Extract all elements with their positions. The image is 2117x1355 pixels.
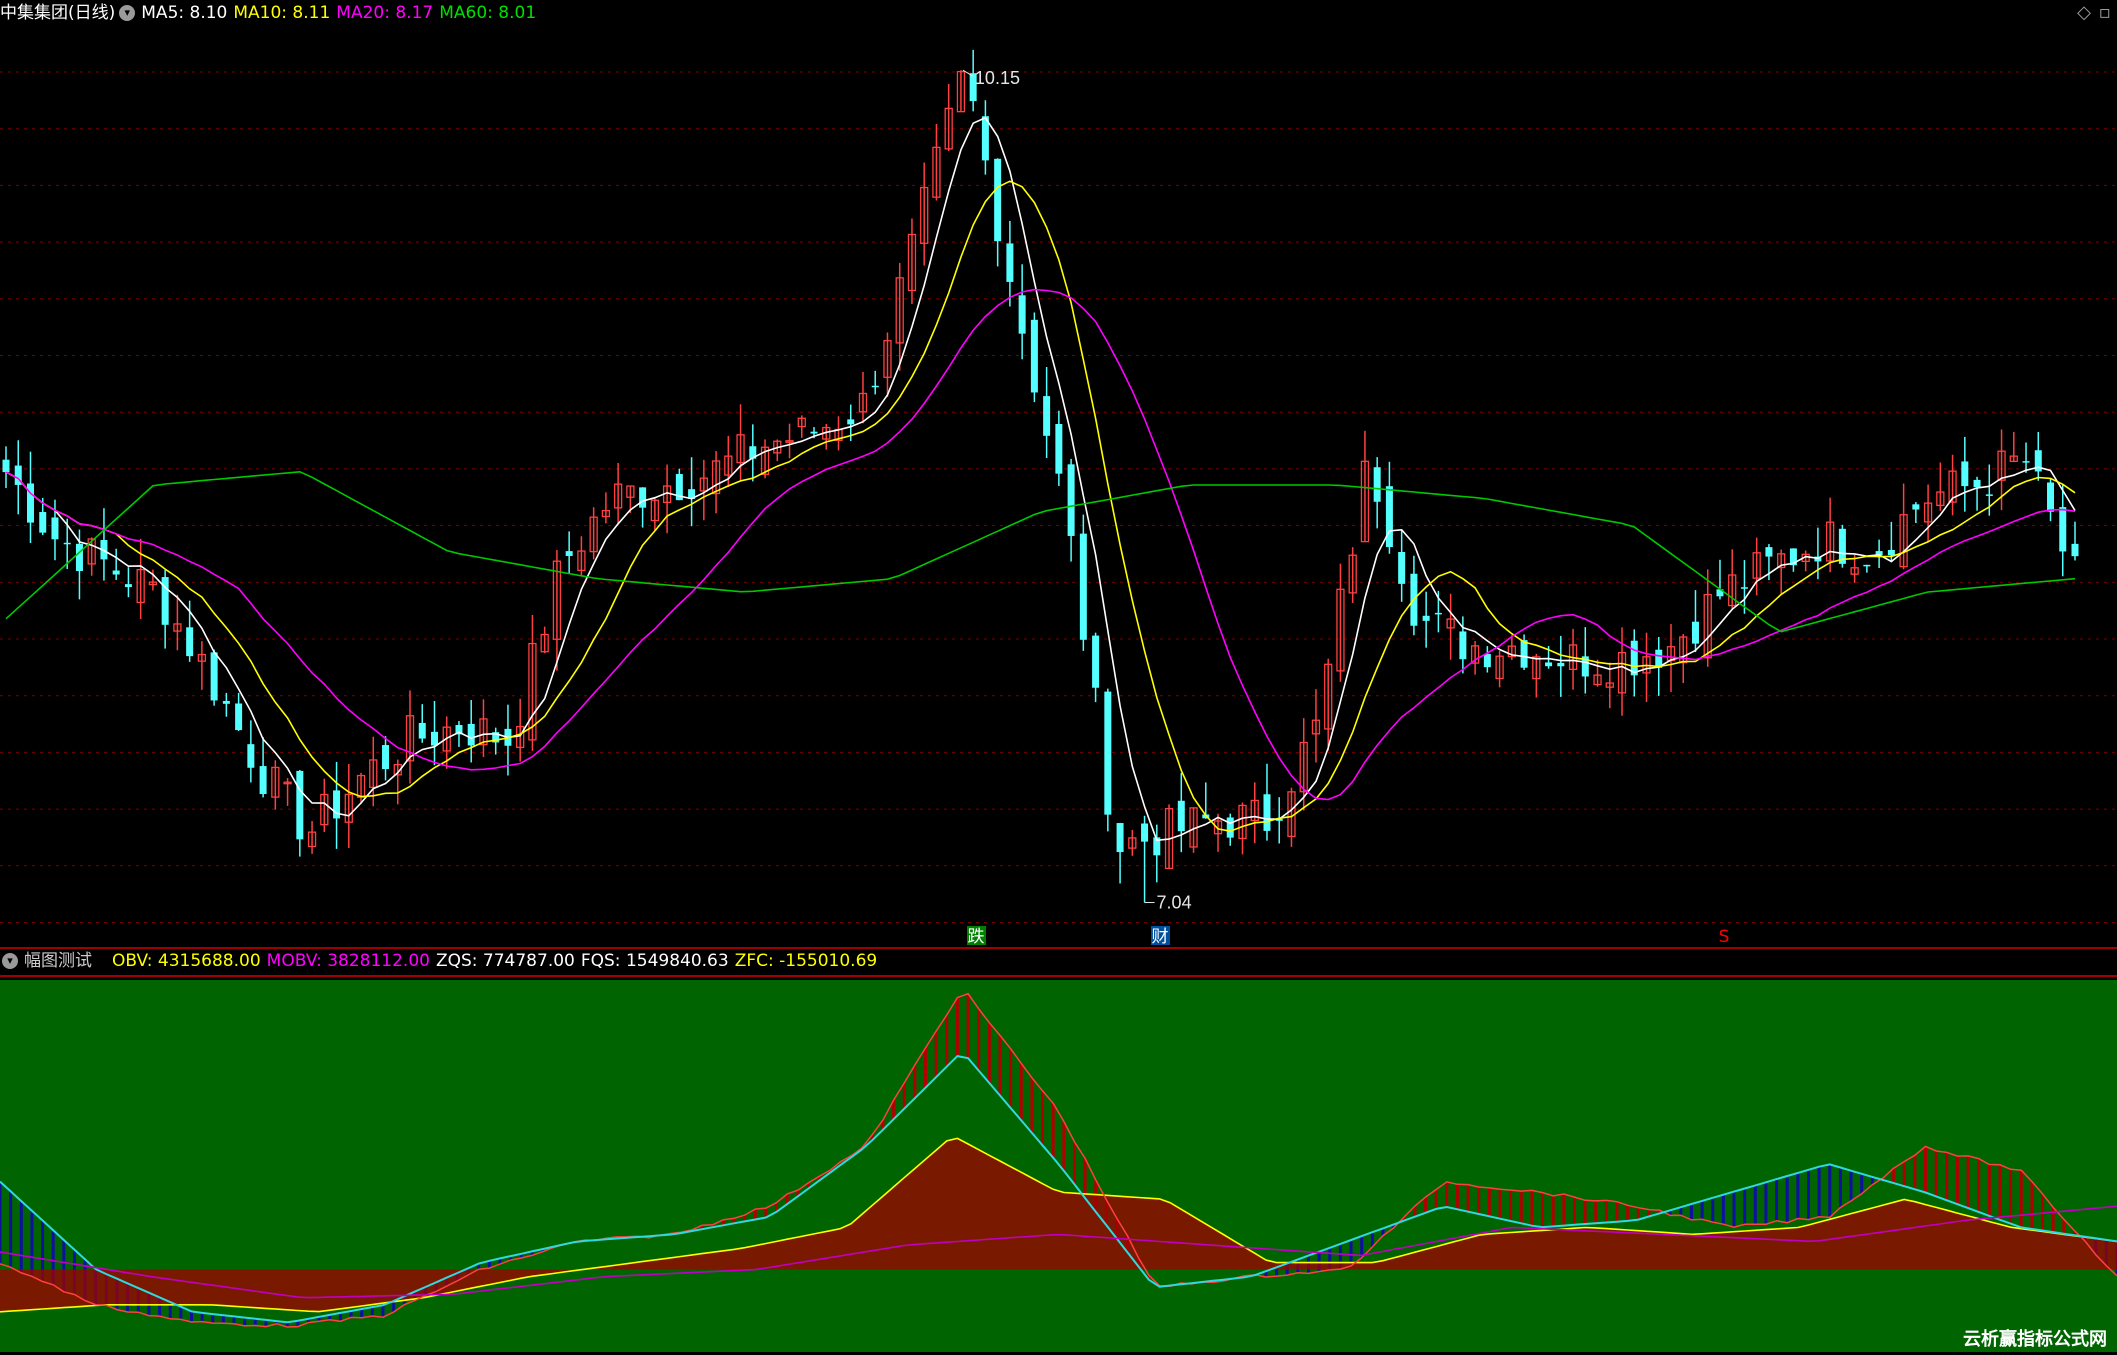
sub-indicator-4: ZFC: -155010.69 xyxy=(734,951,878,971)
candle-body xyxy=(1422,615,1430,621)
candle-body xyxy=(994,158,1002,242)
candle-body xyxy=(186,627,194,657)
main-indicator-1: MA10: 8.11 xyxy=(233,3,331,23)
candle-body xyxy=(639,487,647,508)
expand-icon[interactable]: ▫ xyxy=(2099,2,2111,23)
candle-body xyxy=(210,652,218,701)
candle-body xyxy=(1765,547,1773,557)
candle-body xyxy=(51,517,59,540)
sub-indicator-0: OBV: 4315688.00 xyxy=(112,951,261,971)
candle-body xyxy=(1398,552,1406,584)
main-indicator-2: MA20: 8.17 xyxy=(336,3,434,23)
signal-marker-2: S xyxy=(1719,927,1730,947)
sub-indicator-3: FQS: 1549840.63 xyxy=(580,951,729,971)
sub-indicator-panel xyxy=(0,980,2117,1352)
candle-body xyxy=(418,722,426,739)
candle-body xyxy=(1177,800,1185,832)
candle-body xyxy=(259,766,267,795)
candle-body xyxy=(39,512,47,533)
candle-body xyxy=(63,542,71,545)
candle-body xyxy=(1030,319,1038,393)
candle-body xyxy=(810,431,818,434)
candle-body xyxy=(235,703,243,731)
watermark-text: 云析赢指标公式网 xyxy=(1963,1329,2107,1350)
candle-body xyxy=(222,700,230,704)
candle-body xyxy=(1520,640,1528,668)
candle-body xyxy=(1006,243,1014,282)
main-chart-header: 中集集团(日线) ▾ MA5: 8.10 MA10: 8.11 MA20: 8.17 MA… xyxy=(0,0,548,26)
candle-body xyxy=(467,723,475,746)
candle-body xyxy=(1263,794,1271,831)
candle-body xyxy=(1104,691,1112,815)
candle-body xyxy=(296,770,304,840)
chevron-down-icon[interactable]: ▾ xyxy=(2,953,18,969)
candle-body xyxy=(1141,823,1149,842)
sub-chart-title: 幅图测试 xyxy=(24,951,92,971)
candle-body xyxy=(1961,461,1969,487)
main-indicator-3: MA60: 8.01 xyxy=(439,3,537,23)
candle-body xyxy=(1557,662,1565,667)
candle-body xyxy=(565,551,573,557)
candle-body xyxy=(1055,424,1063,474)
chevron-down-icon[interactable]: ▾ xyxy=(119,5,136,21)
diamond-icon[interactable]: ◇ xyxy=(2077,2,2091,23)
candle-body xyxy=(2047,482,2055,512)
candle-body xyxy=(1863,564,1871,567)
candle-body xyxy=(1545,662,1553,667)
candle-body xyxy=(1887,549,1895,556)
candle-body xyxy=(871,385,879,388)
candle-body xyxy=(1092,635,1100,688)
signal-marker-0: 跌 xyxy=(968,927,985,947)
sub-indicator-2: ZQS: 774787.00 xyxy=(435,951,575,971)
stock-title: 中集集团(日线) xyxy=(0,3,116,23)
candle-body xyxy=(124,584,132,588)
candle-body xyxy=(2071,543,2079,557)
candle-body xyxy=(1434,612,1442,615)
candle-body xyxy=(1079,533,1087,640)
price-chart[interactable]: 10.15 7.04 跌 财 S xyxy=(0,0,2117,1355)
high-price-label: 10.15 xyxy=(975,68,1020,88)
candle-body xyxy=(1630,640,1638,676)
candle-body xyxy=(1912,504,1920,510)
candle-body xyxy=(382,745,390,770)
candle-body xyxy=(1740,587,1748,589)
candle-body xyxy=(1985,494,1993,496)
candle-body xyxy=(2,459,10,473)
candle-body xyxy=(1691,621,1699,644)
candle-body xyxy=(1226,817,1234,838)
main-indicator-0: MA5: 8.10 xyxy=(141,3,228,23)
signal-marker-1: 财 xyxy=(1152,927,1169,947)
sub-chart-header: ▾ 幅图测试 OBV: 4315688.00 MOBV: 3828112.00 ZQS:… xyxy=(0,948,889,974)
candle-body xyxy=(1067,464,1075,536)
candle-body xyxy=(1116,823,1124,853)
candle-body xyxy=(247,744,255,768)
low-price-label: 7.04 xyxy=(1157,893,1192,913)
candle-body xyxy=(1483,653,1491,668)
candle-body xyxy=(1043,396,1051,436)
sub-indicator-1: MOBV: 3828112.00 xyxy=(266,951,430,971)
candle-body xyxy=(112,570,120,575)
candle-body xyxy=(75,543,83,572)
candle-body xyxy=(1373,467,1381,502)
candle-body xyxy=(1018,295,1026,334)
candle-body xyxy=(430,731,438,746)
candle-body xyxy=(1973,479,1981,488)
candle-body xyxy=(2059,507,2067,552)
candle-body xyxy=(1385,486,1393,548)
candle-body xyxy=(2022,461,2030,463)
candle-body xyxy=(1459,631,1467,660)
candle-body xyxy=(847,419,855,425)
